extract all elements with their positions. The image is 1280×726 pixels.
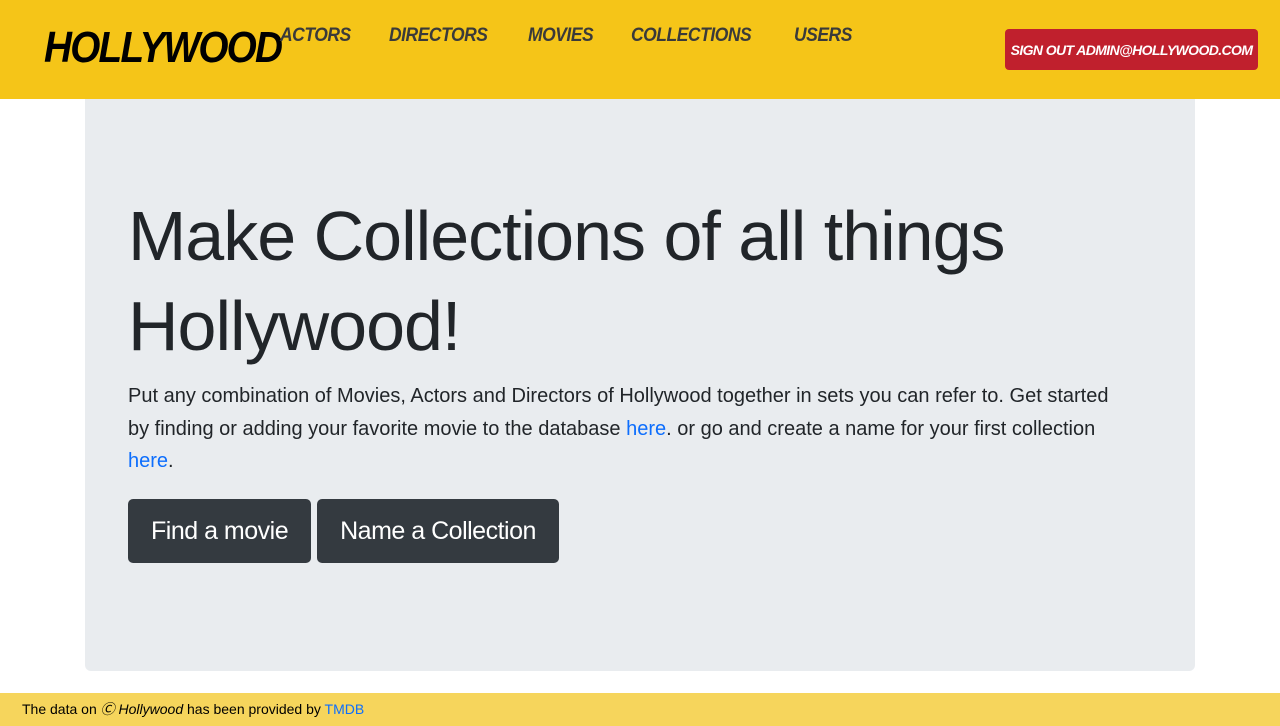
sign-out-button[interactable]: SIGN OUT ADMIN@HOLLYWOOD.COM [1005, 29, 1258, 70]
nav-links: ACTORS DIRECTORS MOVIES COLLECTIONS USER… [280, 22, 889, 50]
navbar: HOLLYWOOD ACTORS DIRECTORS MOVIES COLLEC… [0, 0, 1280, 99]
footer-site-name: Hollywood [118, 701, 184, 717]
nav-link-actors[interactable]: ACTORS [280, 22, 351, 50]
nav-link-movies[interactable]: MOVIES [528, 22, 594, 50]
lead-text-3: . [168, 450, 174, 472]
footer-prefix: The data on [22, 701, 101, 717]
copyright-icon: Ⓒ [100, 701, 115, 717]
create-collection-here-link[interactable]: here [128, 450, 168, 472]
brand-logo[interactable]: HOLLYWOOD [44, 20, 283, 76]
nav-link-users[interactable]: USERS [794, 22, 852, 50]
hero-buttons: Find a movie Name a Collection [128, 499, 565, 563]
tmdb-link[interactable]: TMDB [325, 701, 365, 717]
find-movie-button[interactable]: Find a movie [128, 499, 312, 563]
hero-jumbotron: Make Collections of all things Hollywood… [85, 99, 1195, 671]
hero-lead: Put any combination of Movies, Actors an… [128, 380, 1128, 478]
name-collection-button[interactable]: Name a Collection [317, 499, 559, 563]
hero-title: Make Collections of all things Hollywood… [128, 197, 1006, 365]
find-movie-here-link[interactable]: here [626, 418, 666, 440]
lead-text-2: . or go and create a name for your first… [666, 417, 1096, 440]
footer: The data on Ⓒ Hollywood has been provide… [0, 693, 1280, 726]
nav-link-directors[interactable]: DIRECTORS [389, 22, 488, 50]
nav-link-collections[interactable]: COLLECTIONS [631, 22, 752, 50]
footer-middle: has been provided by [183, 701, 325, 717]
